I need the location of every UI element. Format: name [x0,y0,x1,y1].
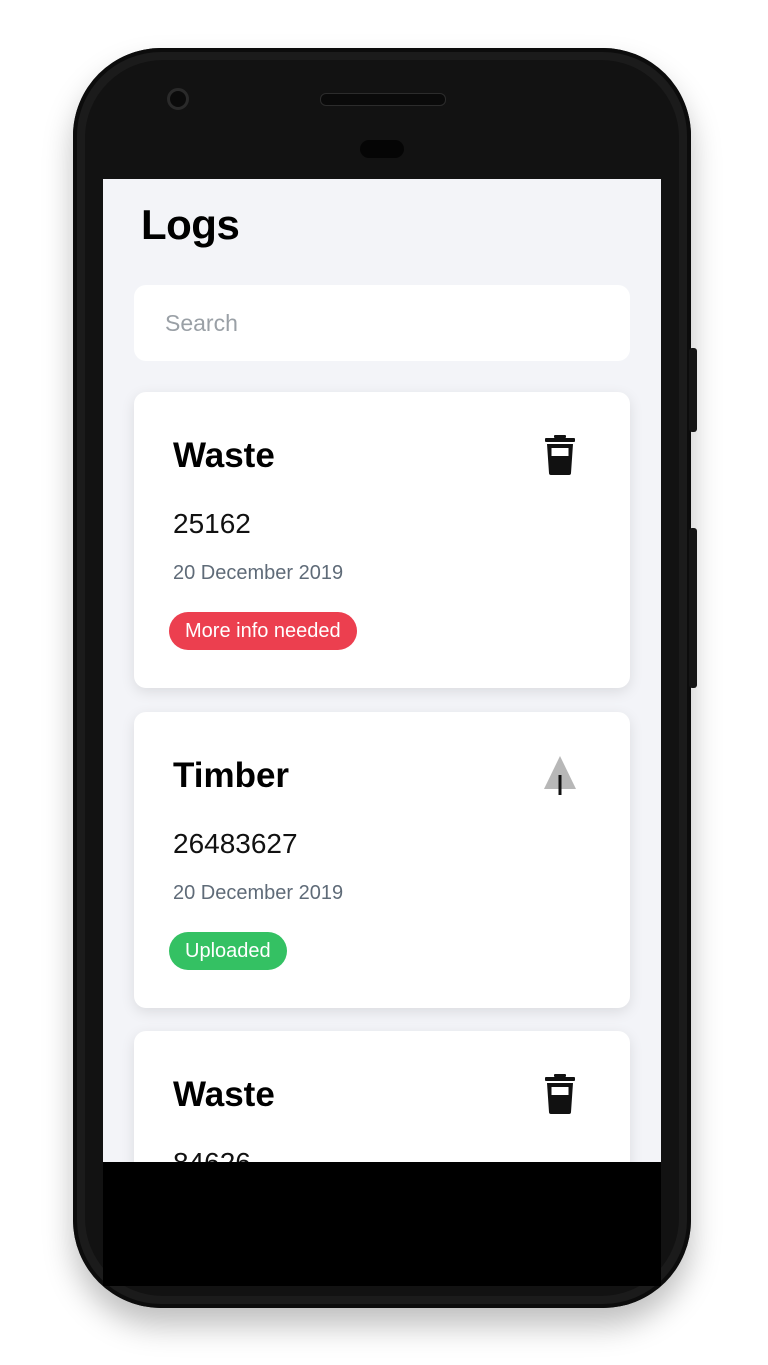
back-button[interactable]: ‹ [139,179,167,187]
log-reference: 84626 [173,1147,251,1162]
volume-button [689,528,697,688]
log-card[interactable]: Waste 25162 20 December 2019 More info n… [134,392,630,688]
earpiece-speaker [320,93,446,106]
search-input[interactable] [134,285,630,361]
trash-bin-icon [545,435,575,475]
log-title: Waste [173,1075,275,1114]
log-card[interactable]: Timber 26483627 20 December 2019 Uploade… [134,712,630,1008]
log-date: 20 December 2019 [173,562,344,584]
log-title: Waste [173,436,275,475]
log-reference: 25162 [173,508,251,539]
page-title: Logs [141,201,240,248]
front-camera [167,88,189,110]
app-screen: ‹ Logs Waste 25162 20 December 2019 More… [103,179,661,1162]
log-reference: 26483627 [173,828,298,859]
proximity-sensor [360,140,404,158]
status-badge: Uploaded [169,932,287,970]
power-button [689,348,697,432]
log-title: Timber [173,756,290,795]
phone-chin [103,1162,661,1286]
status-badge: More info needed [169,612,357,650]
trash-bin-icon [545,1074,575,1114]
log-date: 20 December 2019 [173,882,344,904]
tree-icon [544,756,576,795]
log-card[interactable]: Waste 84626 [134,1031,630,1162]
chevron-left-icon: ‹ [139,179,147,185]
